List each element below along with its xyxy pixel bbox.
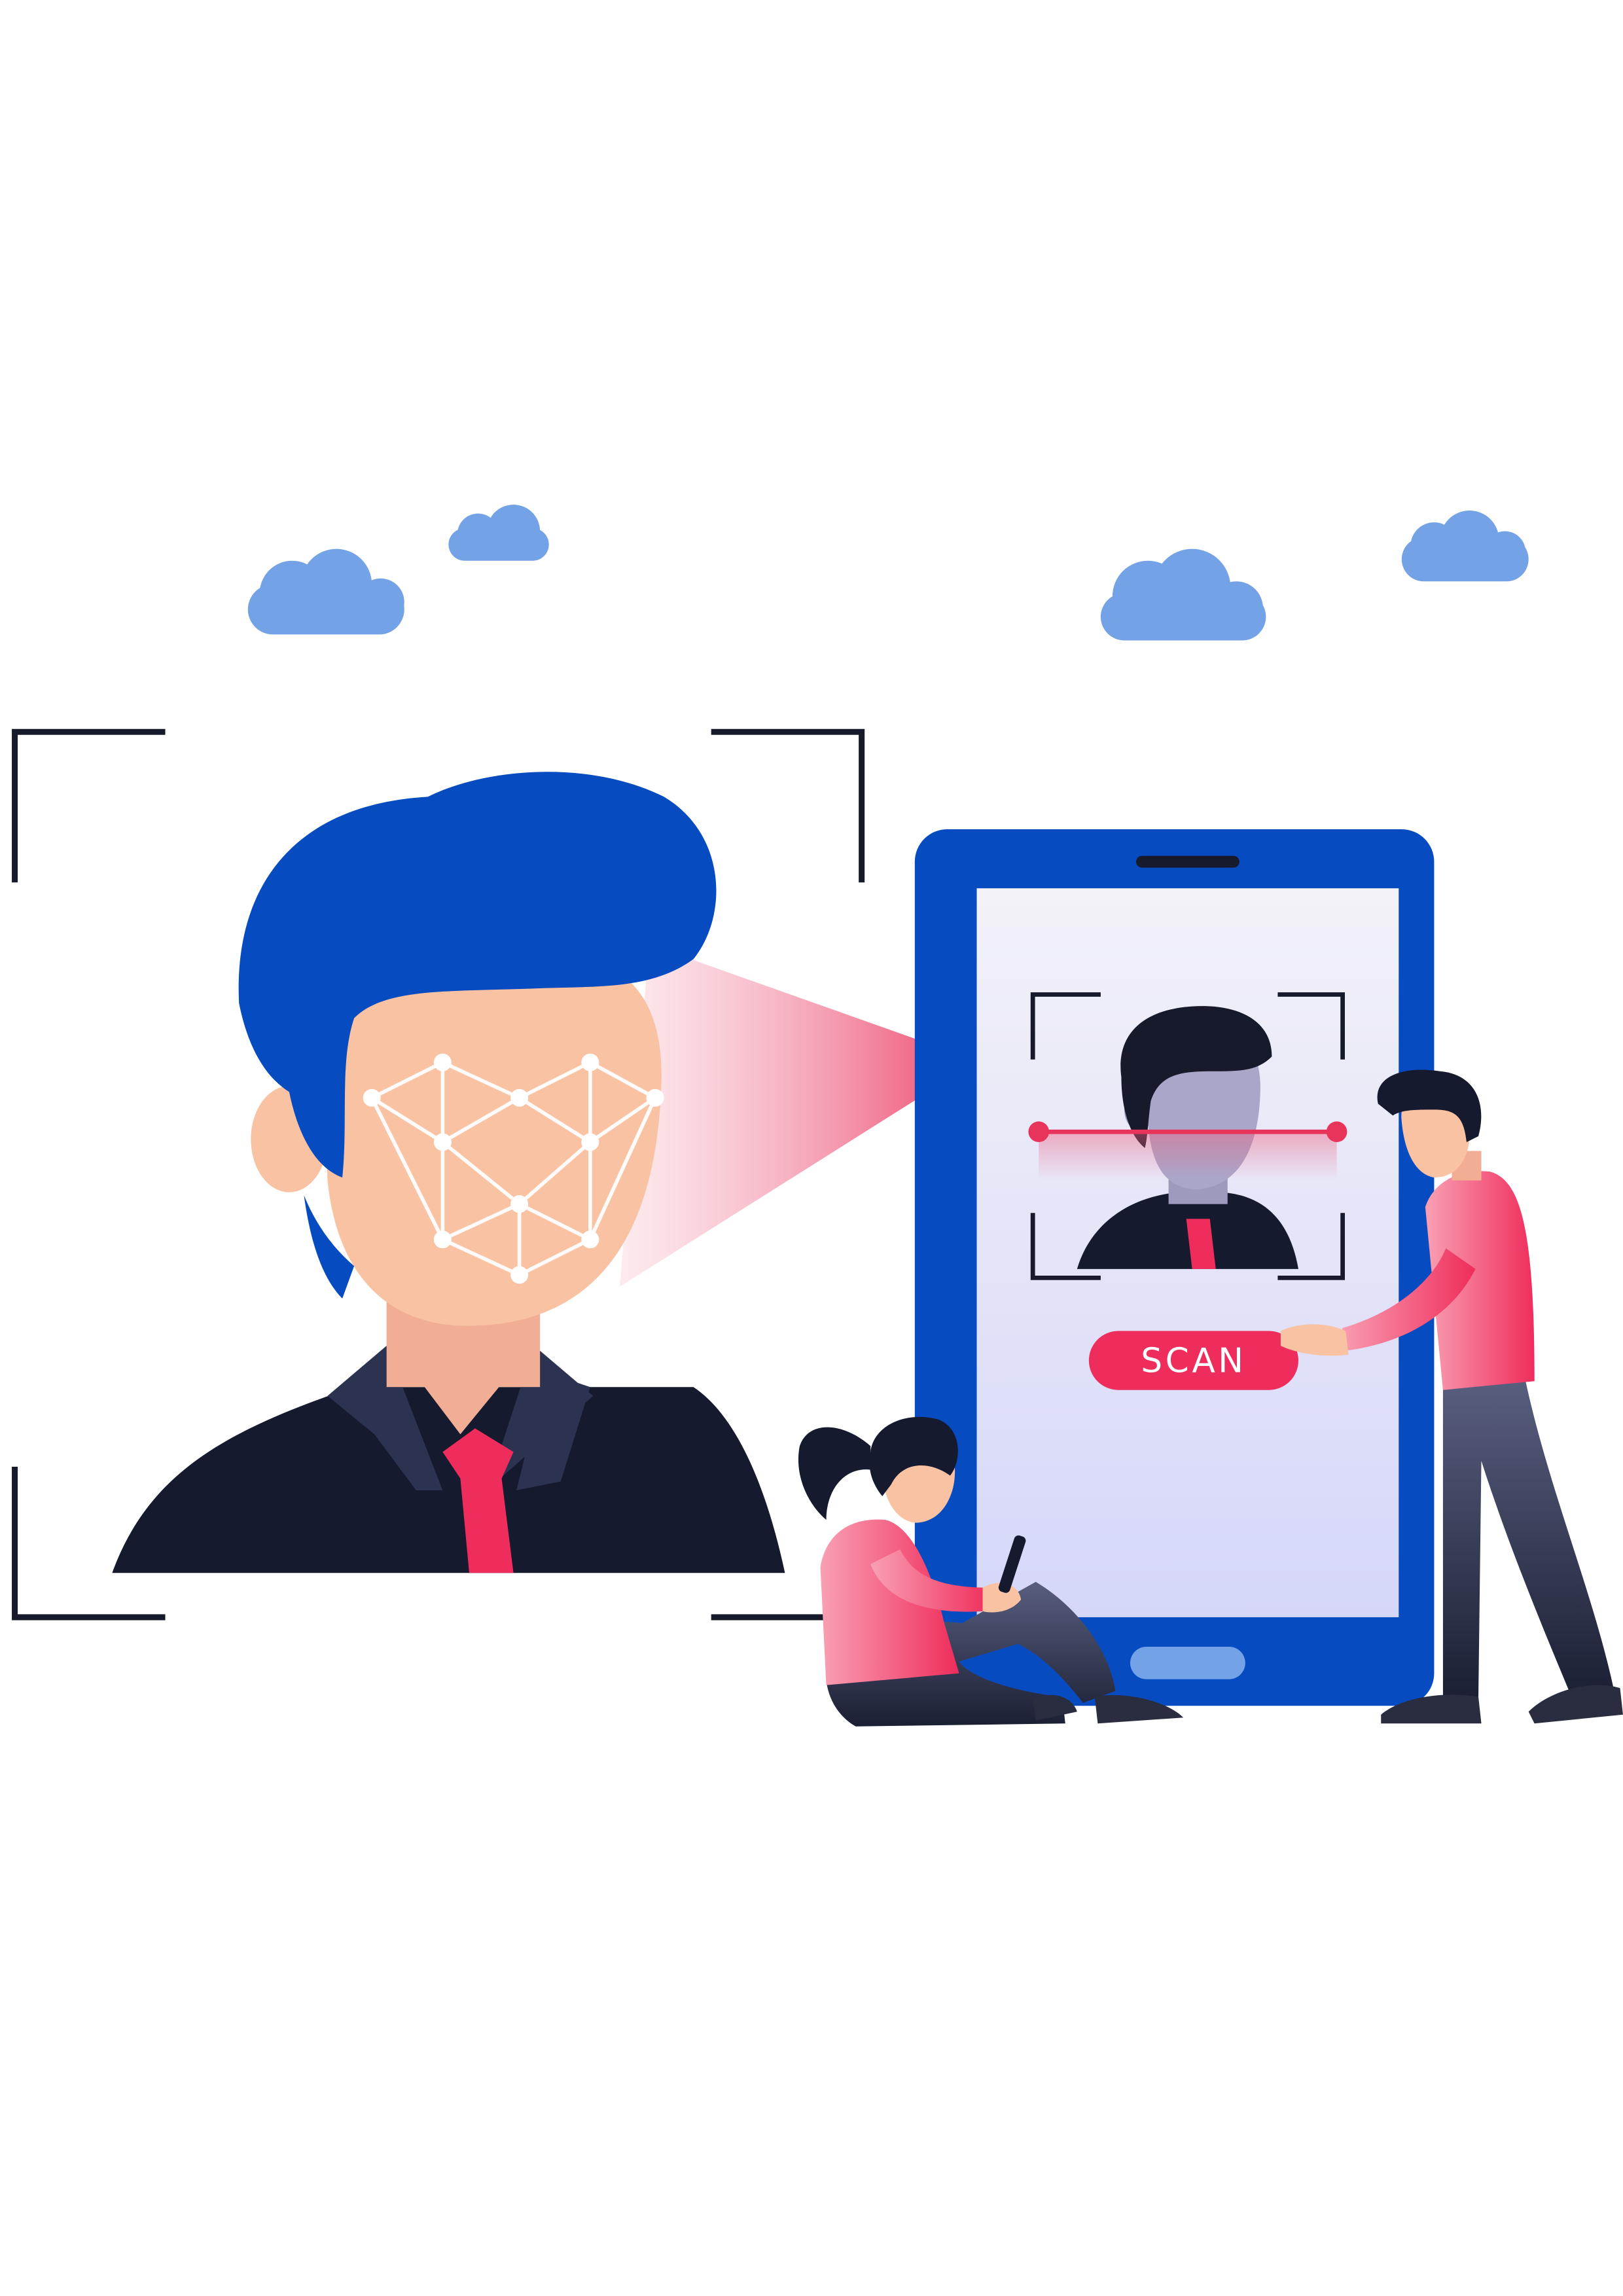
scan-line-node — [1028, 1121, 1049, 1142]
phone-speaker — [1135, 855, 1240, 868]
cloud-icon — [247, 548, 404, 635]
scan-glow — [1039, 1133, 1337, 1181]
clouds — [247, 505, 1529, 641]
phone: SCAN — [914, 829, 1435, 1706]
scan-line-node — [1326, 1121, 1347, 1142]
cloud-icon — [1100, 548, 1266, 641]
scan-button-label: SCAN — [1141, 1342, 1246, 1381]
scan-beam — [619, 944, 924, 1287]
cloud-icon — [448, 505, 549, 561]
scan-button[interactable]: SCAN — [1088, 1331, 1298, 1390]
face-recognition-illustration: SCAN — [12, 505, 1623, 1727]
phone-home-button[interactable] — [1130, 1647, 1245, 1679]
cloud-icon — [1401, 511, 1529, 582]
